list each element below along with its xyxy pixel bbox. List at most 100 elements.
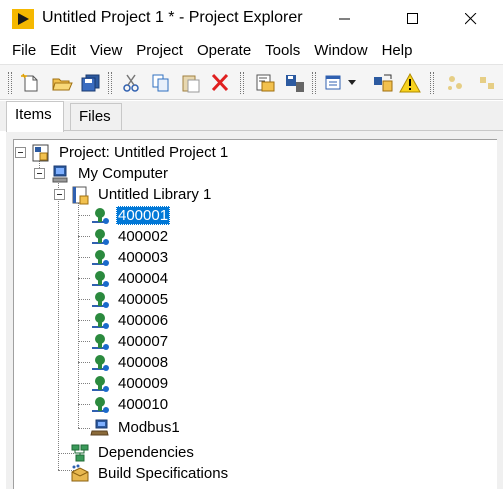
modbus-io-server-icon <box>90 419 109 435</box>
close-icon <box>465 13 477 25</box>
tree-item-label: 400002 <box>118 228 169 245</box>
tree-item-my-computer[interactable]: My Computer <box>50 163 170 184</box>
tree-item-variable[interactable]: 400002 <box>90 226 170 247</box>
shared-variable-icon <box>92 312 109 329</box>
window-title: Untitled Project 1 * - Project Explorer <box>42 9 303 26</box>
tree-connector <box>58 180 59 470</box>
tab-files[interactable]: Files <box>70 103 122 131</box>
minimize-button[interactable] <box>322 0 368 38</box>
maximize-icon <box>407 13 418 24</box>
tree-item-label: Modbus1 <box>118 419 180 436</box>
tree-item-label: Project: Untitled Project 1 <box>59 144 229 161</box>
tree-connector <box>78 428 90 429</box>
toolbar-grip <box>430 72 434 94</box>
tree-item-label: 400004 <box>118 270 169 287</box>
delete-icon[interactable] <box>209 73 231 93</box>
tree-connector <box>78 383 90 384</box>
library-icon <box>72 186 89 204</box>
shared-variable-icon <box>92 375 109 392</box>
tree-item-variable[interactable]: 400009 <box>90 373 170 394</box>
shared-variable-icon <box>92 333 109 350</box>
shared-variable-icon <box>92 207 109 224</box>
labview-run-arrow-icon <box>12 9 34 29</box>
tree-item-label: 400008 <box>118 354 169 371</box>
tree-connector <box>78 320 90 321</box>
menu-project[interactable]: Project <box>129 38 190 64</box>
tree-connector <box>78 341 90 342</box>
tree-item-label: 400010 <box>118 396 169 413</box>
shared-variable-icon <box>92 354 109 371</box>
tab-items[interactable]: Items <box>6 101 64 132</box>
project-tree[interactable]: Project: Untitled Project 1 My Computer … <box>13 139 497 489</box>
tree-connector <box>78 362 90 363</box>
tree-item-library[interactable]: Untitled Library 1 <box>70 184 213 205</box>
tree-item-label: 400005 <box>118 291 169 308</box>
title-bar: Untitled Project 1 * - Project Explorer <box>0 0 503 38</box>
collapse-toggle[interactable] <box>54 189 65 200</box>
tree-item-label: 400006 <box>118 312 169 329</box>
shared-variable-icon <box>92 249 109 266</box>
tree-item-label: My Computer <box>78 165 169 182</box>
tree-item-dependencies[interactable]: Dependencies <box>70 442 196 463</box>
tree-connector <box>78 236 90 237</box>
shared-variable-icon <box>92 270 109 287</box>
chevron-down-icon[interactable] <box>348 80 356 86</box>
tree-item-label: 400001 <box>116 206 171 225</box>
project-icon <box>32 144 49 161</box>
tree-item-variable[interactable]: 400001 <box>90 205 171 226</box>
toolbar-grip <box>108 72 112 94</box>
tree-item-variable[interactable]: 400006 <box>90 310 170 331</box>
shared-variable-icon <box>92 228 109 245</box>
dependencies-icon <box>71 444 89 461</box>
menu-bar: File Edit View Project Operate Tools Win… <box>0 38 503 64</box>
view-icon[interactable] <box>324 73 346 93</box>
minimize-icon <box>339 18 350 20</box>
tree-item-label: Build Specifications <box>98 465 229 482</box>
shared-variable-icon <box>92 396 109 413</box>
tree-item-variable[interactable]: 400004 <box>90 268 170 289</box>
tab-strip: Items Files <box>0 101 503 132</box>
new-icon[interactable] <box>20 73 42 93</box>
menu-operate[interactable]: Operate <box>190 38 258 64</box>
toolbar-grip[interactable] <box>8 72 12 94</box>
tree-item-build-specifications[interactable]: Build Specifications <box>70 463 230 484</box>
menu-help[interactable]: Help <box>375 38 420 64</box>
tree-item-label: Dependencies <box>98 444 194 461</box>
copy-icon[interactable] <box>150 73 172 93</box>
tree-item-project[interactable]: Project: Untitled Project 1 <box>31 142 230 163</box>
paste-icon[interactable] <box>180 73 202 93</box>
menu-file[interactable]: File <box>0 38 43 64</box>
toolbar-grip <box>312 72 316 94</box>
tree-item-variable[interactable]: 400003 <box>90 247 170 268</box>
menu-window[interactable]: Window <box>307 38 374 64</box>
toolbar-more-icon[interactable] <box>476 73 498 93</box>
build-icon[interactable] <box>254 73 276 93</box>
collapse-toggle[interactable] <box>34 168 45 179</box>
cut-icon[interactable] <box>120 73 142 93</box>
items-panel: Project: Untitled Project 1 My Computer … <box>6 130 503 489</box>
resolve-conflicts-icon[interactable] <box>372 73 394 93</box>
deploy-icon[interactable] <box>284 73 306 93</box>
collapse-icon[interactable] <box>444 73 466 93</box>
menu-tools[interactable]: Tools <box>258 38 307 64</box>
tree-connector <box>78 299 90 300</box>
menu-view[interactable]: View <box>83 38 129 64</box>
shared-variable-icon <box>92 291 109 308</box>
tree-item-variable[interactable]: 400008 <box>90 352 170 373</box>
maximize-button[interactable] <box>390 0 436 38</box>
tree-item-variable[interactable]: 400007 <box>90 331 170 352</box>
tree-item-label: 400007 <box>118 333 169 350</box>
tree-item-modbus[interactable]: Modbus1 <box>90 417 182 438</box>
tree-item-variable[interactable]: 400010 <box>90 394 170 415</box>
computer-icon <box>52 165 68 182</box>
tree-item-label: 400009 <box>118 375 169 392</box>
save-all-icon[interactable] <box>80 73 102 93</box>
menu-edit[interactable]: Edit <box>43 38 83 64</box>
warning-icon[interactable] <box>399 73 421 93</box>
tree-connector <box>78 215 90 216</box>
collapse-toggle[interactable] <box>15 147 26 158</box>
tree-connector <box>78 278 90 279</box>
tree-item-variable[interactable]: 400005 <box>90 289 170 310</box>
open-icon[interactable] <box>51 73 73 93</box>
close-button[interactable] <box>448 0 494 38</box>
